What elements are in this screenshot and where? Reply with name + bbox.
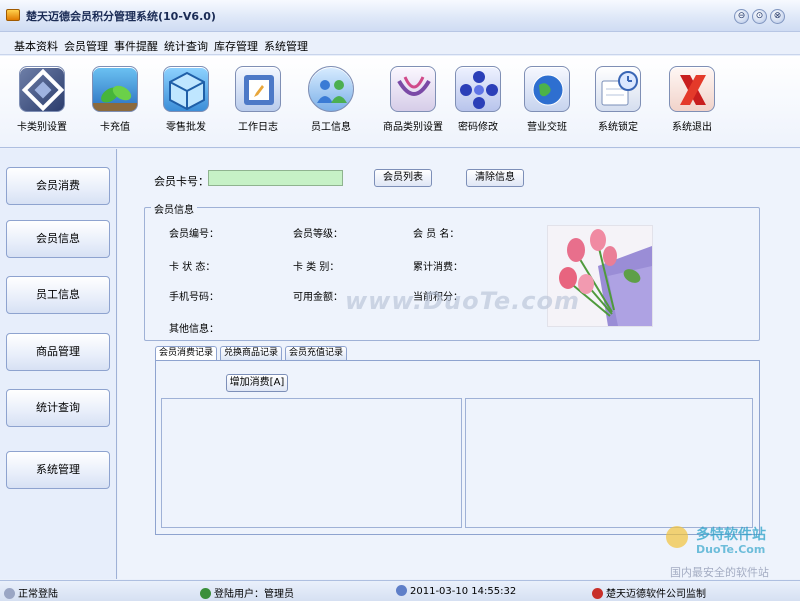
staff-icon	[308, 66, 354, 112]
member-list-button[interactable]: 会员列表	[374, 169, 432, 187]
status-user-text: 登陆用户：管理员	[214, 589, 294, 600]
status-company-text: 楚天迈德软件公司监制	[606, 589, 706, 600]
main-panel: 会员卡号： 会员列表 清除信息 会员信息 会员编号： 会员等级： 会 员 名： …	[118, 149, 800, 579]
toolbar-card-type[interactable]: 卡类别设置	[10, 66, 74, 144]
toolbar-shift[interactable]: 营业交班	[515, 66, 579, 144]
member-info-legend: 会员信息	[151, 201, 197, 216]
tab-recharge-records[interactable]: 会员充值记录	[285, 346, 348, 360]
minimize-button[interactable]: ⊖	[734, 9, 749, 24]
nav-goods[interactable]: 商品管理	[6, 333, 110, 371]
leaf-icon	[92, 66, 138, 112]
menu-basic[interactable]: 基本资料	[14, 38, 58, 54]
watermark-mascot-icon	[666, 526, 688, 548]
field-phone: 手机号码：	[169, 292, 219, 303]
toolbar-label: 系统退出	[672, 122, 712, 133]
field-member-name: 会 员 名：	[413, 229, 460, 240]
status-datetime: 2011-03-10 14:55:32	[396, 585, 516, 597]
password-icon	[455, 66, 501, 112]
toolbar-label: 卡类别设置	[17, 122, 67, 133]
toolbar-staff[interactable]: 员工信息	[299, 66, 363, 144]
toolbar-label: 工作日志	[238, 122, 278, 133]
toolbar-label: 系统锁定	[598, 122, 638, 133]
app-icon	[6, 9, 20, 21]
toolbar-retail[interactable]: 零售批发	[154, 66, 218, 144]
toolbar-recharge[interactable]: 卡充值	[83, 66, 147, 144]
watermark-logo-text: 多特软件站	[696, 527, 766, 543]
clock-icon	[396, 585, 407, 596]
user-icon	[200, 588, 211, 599]
menu-stats[interactable]: 统计查询	[164, 38, 208, 54]
watermark-logo-url: DuoTe.Com	[696, 543, 766, 556]
field-member-no: 会员编号：	[169, 229, 219, 240]
toolbar-label: 零售批发	[166, 122, 206, 133]
left-nav: 会员消费 会员信息 员工信息 商品管理 统计查询 系统管理	[0, 149, 117, 579]
title-bar[interactable]: 楚天迈德会员积分管理系统(10-V6.0) ⊖ ⊙ ⊗	[0, 0, 800, 32]
close-button[interactable]: ⊗	[770, 9, 785, 24]
company-icon	[592, 588, 603, 599]
field-other: 其他信息：	[169, 324, 219, 335]
status-state: 正常登陆	[4, 585, 58, 600]
nav-member-consume[interactable]: 会员消费	[6, 167, 110, 205]
tab-consume-records[interactable]: 会员消费记录	[155, 346, 218, 361]
status-company: 楚天迈德软件公司监制	[592, 585, 706, 600]
status-bar: 正常登陆 登陆用户：管理员 2011-03-10 14:55:32 楚天迈德软件…	[0, 580, 800, 601]
toolbar-exit[interactable]: 系统退出	[660, 66, 724, 144]
globe-icon	[524, 66, 570, 112]
tab-panel: 增加消费[A]	[155, 360, 760, 535]
menu-bar: 基本资料 会员管理 事件提醒 统计查询 库存管理 系统管理	[0, 33, 800, 55]
log-icon	[235, 66, 281, 112]
status-state-text: 正常登陆	[18, 589, 58, 600]
status-datetime-text: 2011-03-10 14:55:32	[410, 586, 517, 597]
card-type-icon	[19, 66, 65, 112]
tab-exchange-records[interactable]: 兑换商品记录	[220, 346, 283, 360]
field-card-status: 卡 状 态：	[169, 262, 216, 273]
toolbar-password[interactable]: 密码修改	[446, 66, 510, 144]
clear-info-button[interactable]: 清除信息	[466, 169, 524, 187]
nav-staff-info[interactable]: 员工信息	[6, 276, 110, 314]
toolbar-category[interactable]: 商品类别设置	[376, 66, 450, 144]
consume-list-panel[interactable]	[161, 398, 462, 528]
field-available: 可用金额：	[293, 292, 343, 303]
watermark-slogan: 国内最安全的软件站	[670, 566, 769, 579]
field-card-type: 卡 类 别：	[293, 262, 340, 273]
menu-member[interactable]: 会员管理	[64, 38, 108, 54]
menu-inventory[interactable]: 库存管理	[214, 38, 258, 54]
toolbar-label: 卡充值	[100, 122, 130, 133]
toolbar-lock[interactable]: 系统锁定	[586, 66, 650, 144]
toolbar-label: 员工信息	[311, 122, 351, 133]
watermark-text: www.DuoTe.com	[345, 287, 580, 315]
member-info-group: 会员信息 会员编号： 会员等级： 会 员 名： 卡 状 态： 卡 类 别： 累计…	[144, 201, 760, 341]
add-consume-button[interactable]: 增加消费[A]	[226, 374, 288, 392]
nav-system[interactable]: 系统管理	[6, 451, 110, 489]
nav-stats[interactable]: 统计查询	[6, 389, 110, 427]
field-total-consume: 累计消费：	[413, 262, 463, 273]
maximize-button[interactable]: ⊙	[752, 9, 767, 24]
user-status-icon	[4, 588, 15, 599]
toolbar-label: 密码修改	[458, 122, 498, 133]
menu-events[interactable]: 事件提醒	[114, 38, 158, 54]
card-number-label: 会员卡号：	[154, 175, 209, 188]
toolbar: 卡类别设置 卡充值 零售批发 工作日志 员工信息 商品类别设置 密码修改 营业交…	[0, 56, 800, 148]
window-title: 楚天迈德会员积分管理系统(10-V6.0)	[26, 10, 216, 23]
toolbar-label: 营业交班	[527, 122, 567, 133]
cube-icon	[163, 66, 209, 112]
status-user: 登陆用户：管理员	[200, 585, 294, 600]
card-number-input[interactable]	[208, 170, 343, 186]
menu-system[interactable]: 系统管理	[264, 38, 308, 54]
toolbar-worklog[interactable]: 工作日志	[226, 66, 290, 144]
consume-detail-panel[interactable]	[465, 398, 753, 528]
lock-clock-icon	[595, 66, 641, 112]
field-member-level: 会员等级：	[293, 229, 343, 240]
watermark-logo: 多特软件站 DuoTe.Com 国内最安全的软件站	[660, 520, 800, 580]
nav-member-info[interactable]: 会员信息	[6, 220, 110, 258]
toolbar-label: 商品类别设置	[383, 122, 443, 133]
exit-icon	[669, 66, 715, 112]
category-icon	[390, 66, 436, 112]
